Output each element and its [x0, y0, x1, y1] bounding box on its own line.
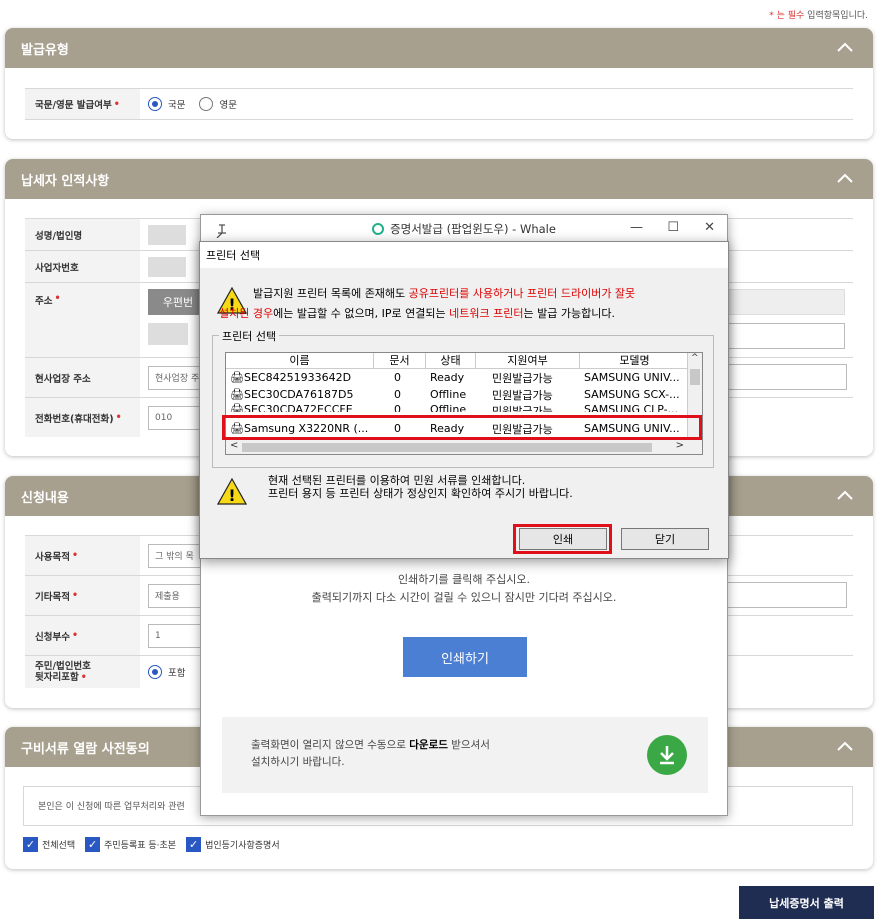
- issue-type-section: 발급유형 국문/영문 발급여부 • 국문 영문: [5, 28, 873, 139]
- name-field: [148, 224, 186, 245]
- print-certificate-button[interactable]: 납세증명서 출력: [739, 886, 874, 919]
- pin-icon[interactable]: [215, 224, 229, 238]
- other-purpose-input[interactable]: 제출용: [148, 583, 208, 608]
- check-corporate-register[interactable]: ✓: [186, 837, 202, 852]
- biz-number-field: [148, 256, 186, 277]
- chevron-up-icon[interactable]: [837, 488, 853, 504]
- radio-korean[interactable]: [148, 97, 162, 111]
- printer-row[interactable]: 🖨SEC30CDA76187D5 0 Offline 민원발급가능 SAMSUNG SC…: [226, 386, 702, 403]
- whale-icon: [372, 223, 385, 235]
- dialog-warning-message: 발급지원 프린터 목록에 존재해도 공유프린터를 사용하거나 프린터 드라이버가…: [219, 287, 636, 320]
- printer-select-dialog: 프린터 선택 ! 발급지원 프린터 목록에 존재해도 공유프린터를 사용하거나 …: [199, 241, 729, 559]
- warning-icon: !: [217, 478, 247, 505]
- highlight-selected-printer: [222, 415, 702, 440]
- radio-include[interactable]: [148, 665, 162, 679]
- close-icon[interactable]: ✕: [704, 220, 715, 235]
- maximize-icon[interactable]: ☐: [667, 220, 679, 235]
- issue-lang-row: 국문/영문 발급여부 • 국문 영문: [25, 88, 853, 120]
- printer-row[interactable]: 🖨SEC30CDA72ECCFE 0 Offline 민원발급가능 SAMSUNG CL…: [226, 403, 702, 412]
- chevron-up-icon[interactable]: [837, 40, 853, 56]
- printer-list-header: 이름 문서 상태 지원여부 모델명: [226, 353, 702, 369]
- highlight-print-button: [513, 524, 612, 554]
- scroll-thumb[interactable]: [242, 443, 652, 452]
- download-box: 출력화면이 열리지 않으면 수동으로 다운로드 받으셔서 설치하시기 바랍니다.: [222, 717, 708, 793]
- chevron-up-icon[interactable]: [837, 171, 853, 187]
- check-resident-record[interactable]: ✓: [85, 837, 101, 852]
- printer-row[interactable]: 🖨SEC84251933642D 0 Ready 민원발급가능 SAMSUNG UNIV…: [226, 369, 702, 386]
- address-field[interactable]: [148, 323, 188, 345]
- scroll-thumb-v[interactable]: [690, 369, 700, 385]
- popup-titlebar: 증명서발급 (팝업윈도우) - Whale — ☐ ✕: [201, 215, 727, 243]
- dialog-close-button[interactable]: 닫기: [621, 528, 709, 550]
- dialog-bottom-message: 현재 선택된 프린터를 이용하여 민원 서류를 인쇄합니다. 프린터 용지 등 …: [268, 474, 573, 500]
- print-button[interactable]: 인쇄하기: [403, 637, 527, 677]
- radio-english[interactable]: [199, 97, 214, 111]
- download-icon[interactable]: [647, 735, 687, 775]
- minimize-icon[interactable]: —: [630, 220, 643, 235]
- dialog-title: 프린터 선택: [200, 242, 728, 268]
- check-all[interactable]: ✓: [23, 837, 38, 852]
- horizontal-scrollbar[interactable]: < >: [226, 439, 702, 454]
- copies-input[interactable]: 1: [148, 623, 208, 648]
- scroll-up-icon[interactable]: ^: [691, 353, 699, 363]
- popup-info: 인쇄하기를 클릭해 주십시오. 출력되기까지 다소 시간이 걸릴 수 있으니 잠…: [311, 573, 617, 604]
- scroll-left-icon[interactable]: <: [230, 440, 238, 451]
- consent-checks: ✓ 전체선택 ✓ 주민등록표 등·초본 ✓ 법인등기사항증명서: [23, 837, 290, 852]
- printer-fieldset: 프린터 선택 이름 문서 상태 지원여부 모델명 🖨SEC84251933642…: [212, 328, 714, 468]
- section-header[interactable]: 발급유형: [5, 28, 873, 68]
- scroll-right-icon[interactable]: >: [676, 440, 684, 451]
- chevron-up-icon[interactable]: [837, 739, 853, 755]
- svg-text:!: !: [228, 486, 235, 505]
- required-notice: * 는 필수 입력항목입니다.: [769, 11, 868, 21]
